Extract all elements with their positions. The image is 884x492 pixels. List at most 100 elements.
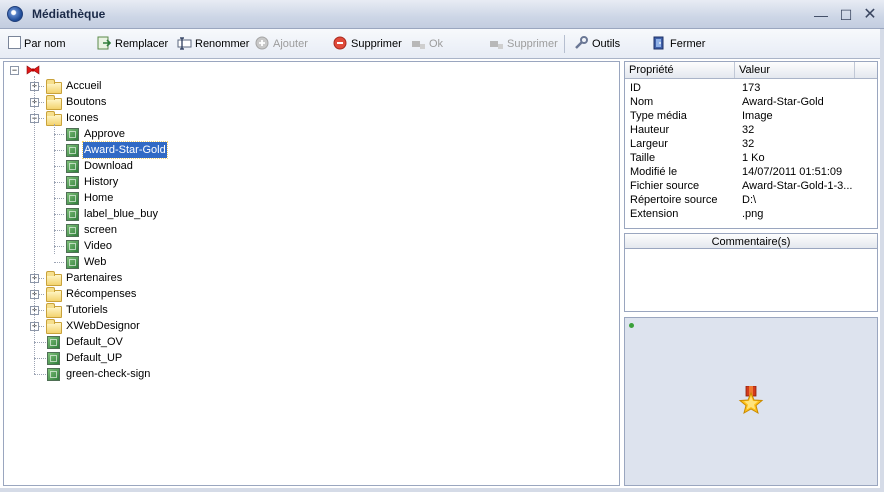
- property-row: Nom Award-Star-Gold: [625, 95, 877, 109]
- ok-icon: [411, 36, 426, 50]
- image-file-icon: [47, 336, 60, 349]
- column-header-value[interactable]: Valeur: [735, 62, 855, 78]
- tree-node-label[interactable]: Partenaires: [65, 270, 123, 286]
- tree-node-label[interactable]: Default_UP: [65, 350, 123, 366]
- tree-image-node[interactable]: History: [4, 174, 604, 190]
- tree-node-label[interactable]: Récompenses: [65, 286, 137, 302]
- tree-image-node[interactable]: Award-Star-Gold: [4, 141, 604, 159]
- tree-connector: [54, 198, 64, 199]
- tree-node-label[interactable]: XWebDesignor: [65, 318, 141, 334]
- media-tree[interactable]: − + Accueil + Boutons − Icones Approve Award-St…: [3, 61, 620, 486]
- tools-button[interactable]: Outils: [574, 36, 620, 52]
- tree-folder-node[interactable]: + Boutons: [4, 94, 604, 110]
- property-value: 32: [742, 124, 755, 136]
- tree-image-node[interactable]: Approve: [4, 126, 604, 142]
- tree-connector: [54, 230, 64, 231]
- tree-connector: [54, 214, 64, 215]
- property-value: D:\: [742, 194, 757, 206]
- tree-image-node[interactable]: Home: [4, 190, 604, 206]
- image-file-icon: [66, 176, 79, 189]
- comments-textarea[interactable]: [624, 249, 878, 312]
- minimize-button[interactable]: —: [811, 6, 831, 24]
- replace-button[interactable]: Remplacer: [97, 36, 168, 52]
- tree-node-label[interactable]: Video: [83, 238, 113, 254]
- tree-folder-node[interactable]: + Récompenses: [4, 286, 604, 302]
- delete-button[interactable]: Supprimer: [333, 36, 402, 52]
- tree-node-label[interactable]: Award-Star-Gold: [82, 141, 168, 159]
- close-window-button[interactable]: Fermer: [652, 36, 705, 52]
- property-row: Hauteur 32: [625, 123, 877, 137]
- property-value: 14/07/2011 01:51:09: [742, 166, 843, 178]
- root-collapse-toggle[interactable]: −: [10, 66, 19, 75]
- image-file-icon: [47, 368, 60, 381]
- tools-label: Outils: [592, 38, 621, 50]
- tree-node-label[interactable]: Tutoriels: [65, 302, 109, 318]
- checkbox-box[interactable]: [8, 36, 21, 49]
- ok-label: Ok: [429, 38, 444, 50]
- tree-node-label[interactable]: Boutons: [65, 94, 107, 110]
- image-file-icon: [66, 224, 79, 237]
- replace-icon: [97, 36, 112, 50]
- tree-folder-node[interactable]: + Accueil: [4, 78, 604, 94]
- tree-node-label[interactable]: label_blue_buy: [83, 206, 159, 222]
- tree-node-label[interactable]: Icones: [65, 110, 99, 126]
- property-key: ID: [630, 82, 641, 94]
- image-file-icon: [66, 240, 79, 253]
- delete-secondary-button[interactable]: Supprimer: [489, 36, 558, 52]
- rename-button[interactable]: Renommer: [177, 36, 249, 52]
- image-file-icon: [66, 144, 79, 157]
- tree-folder-node[interactable]: + Partenaires: [4, 270, 604, 286]
- close-button[interactable]: ✕: [860, 6, 880, 24]
- tree-guide-line: [54, 124, 55, 254]
- tree-connector: [54, 182, 64, 183]
- tree-image-node[interactable]: Video: [4, 238, 604, 254]
- property-key: Fichier source: [630, 180, 700, 192]
- properties-header: Propriété Valeur: [625, 62, 877, 79]
- tree-image-node[interactable]: Default_UP: [4, 350, 604, 366]
- wrench-icon: [574, 36, 589, 50]
- maximize-button[interactable]: ☐: [836, 6, 856, 24]
- tree-connector: [54, 246, 64, 247]
- property-row: Extension .png: [625, 207, 877, 221]
- tree-node-label[interactable]: Download: [83, 158, 134, 174]
- tree-image-node[interactable]: Default_OV: [4, 334, 604, 350]
- tree-node-label[interactable]: Web: [83, 254, 107, 270]
- rename-label: Renommer: [195, 38, 250, 50]
- tree-image-node[interactable]: screen: [4, 222, 604, 238]
- tree-folder-node[interactable]: + XWebDesignor: [4, 318, 604, 334]
- ok-button[interactable]: Ok: [411, 36, 443, 52]
- tree-image-node[interactable]: label_blue_buy: [4, 206, 604, 222]
- property-value: Award-Star-Gold: [742, 96, 824, 108]
- tree-node-label[interactable]: Approve: [83, 126, 126, 142]
- property-value: Image: [742, 110, 773, 122]
- tree-folder-node[interactable]: + Tutoriels: [4, 302, 604, 318]
- tree-node-label[interactable]: green-check-sign: [65, 366, 151, 382]
- tree-node-label[interactable]: Accueil: [65, 78, 102, 94]
- tree-image-node[interactable]: green-check-sign: [4, 366, 604, 382]
- sort-by-name-checkbox[interactable]: Par nom: [8, 36, 66, 52]
- root-ribbon-icon: [26, 65, 40, 75]
- property-key: Nom: [630, 96, 654, 108]
- tree-node-label[interactable]: Default_OV: [65, 334, 124, 350]
- tree-guide-line: [34, 76, 35, 374]
- property-row: ID 173: [625, 81, 877, 95]
- property-key: Extension: [630, 208, 679, 220]
- column-header-property[interactable]: Propriété: [625, 62, 735, 78]
- tree-node-label[interactable]: History: [83, 174, 119, 190]
- image-file-icon: [66, 192, 79, 205]
- property-row: Fichier source Award-Star-Gold-1-3...: [625, 179, 877, 193]
- tree-node-label[interactable]: Home: [83, 190, 114, 206]
- property-key: Hauteur: [630, 124, 670, 136]
- tree-image-node[interactable]: Download: [4, 158, 604, 174]
- tree-node-label[interactable]: screen: [83, 222, 118, 238]
- tree-folder-node[interactable]: − Icones: [4, 110, 604, 126]
- tree-image-node[interactable]: Web: [4, 254, 604, 270]
- add-button[interactable]: Ajouter: [255, 36, 308, 52]
- tree-connector: [54, 150, 64, 151]
- property-value: 32: [742, 138, 755, 150]
- image-file-icon: [66, 128, 79, 141]
- property-key: Largeur: [630, 138, 668, 150]
- property-row: Modifié le 14/07/2011 01:51:09: [625, 165, 877, 179]
- window-title: Médiathèque: [32, 7, 106, 21]
- property-row: Largeur 32: [625, 137, 877, 151]
